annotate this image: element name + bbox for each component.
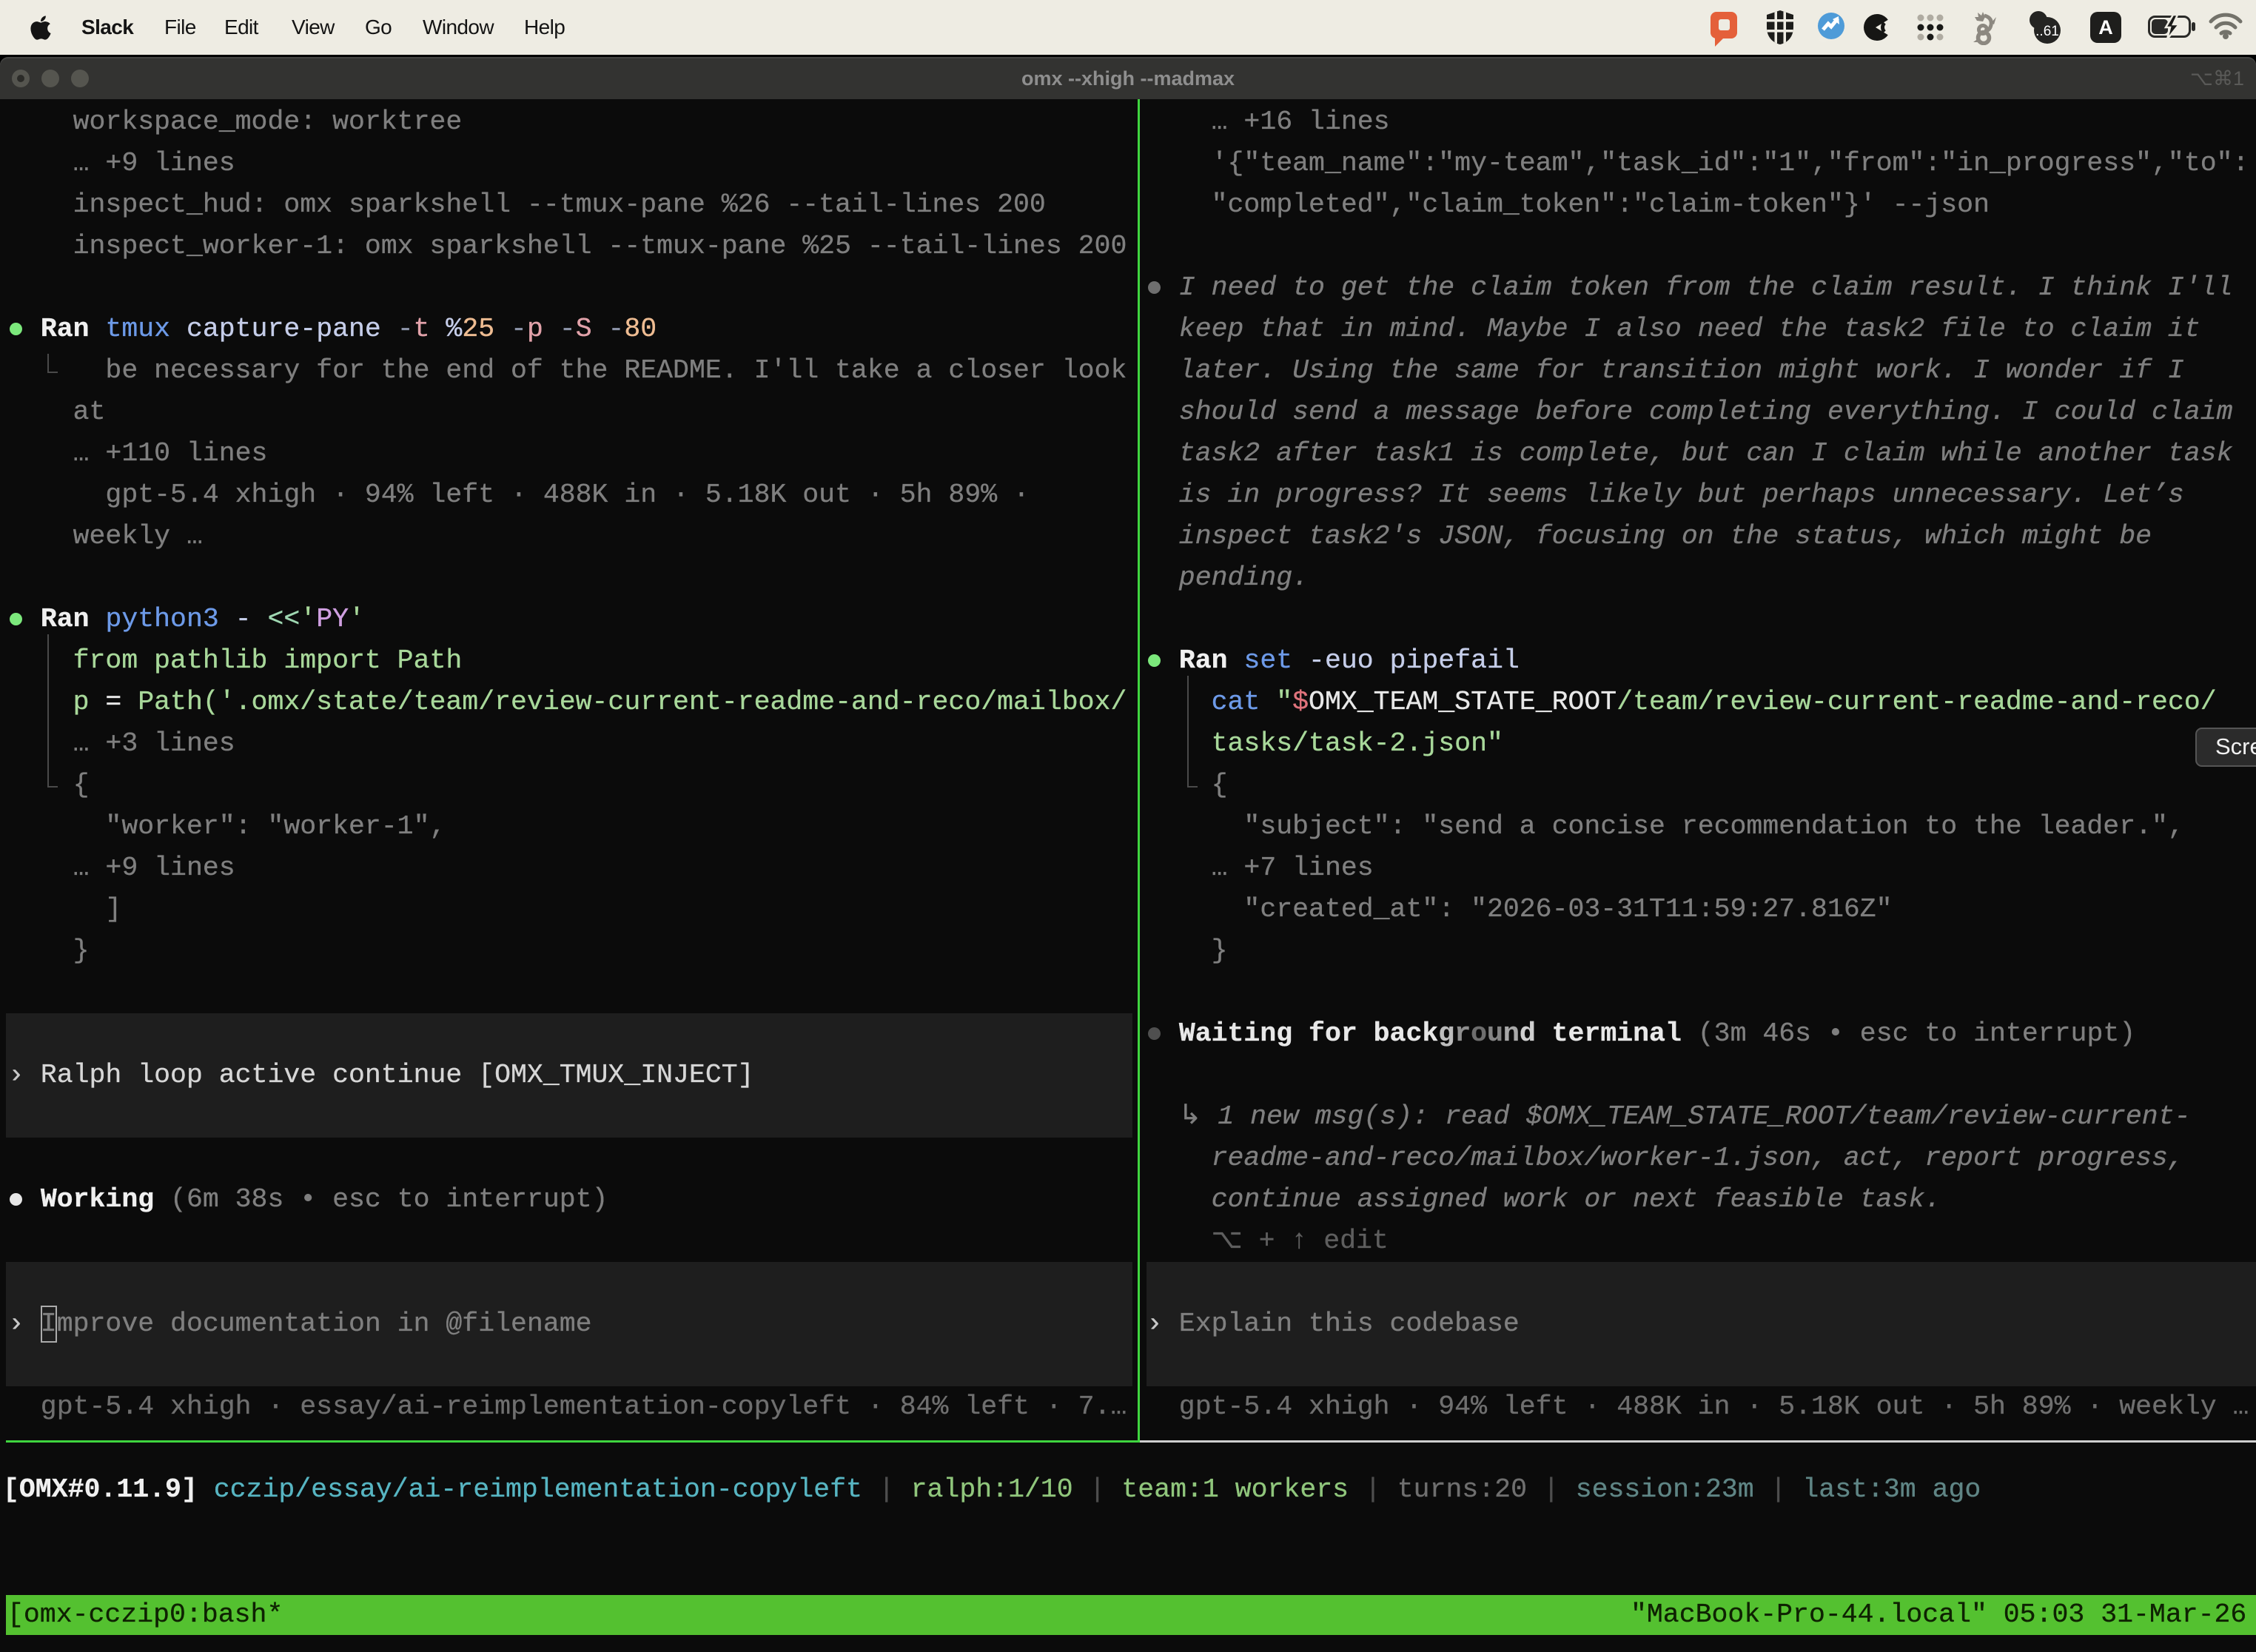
svg-text:..61: ..61: [2035, 24, 2059, 39]
